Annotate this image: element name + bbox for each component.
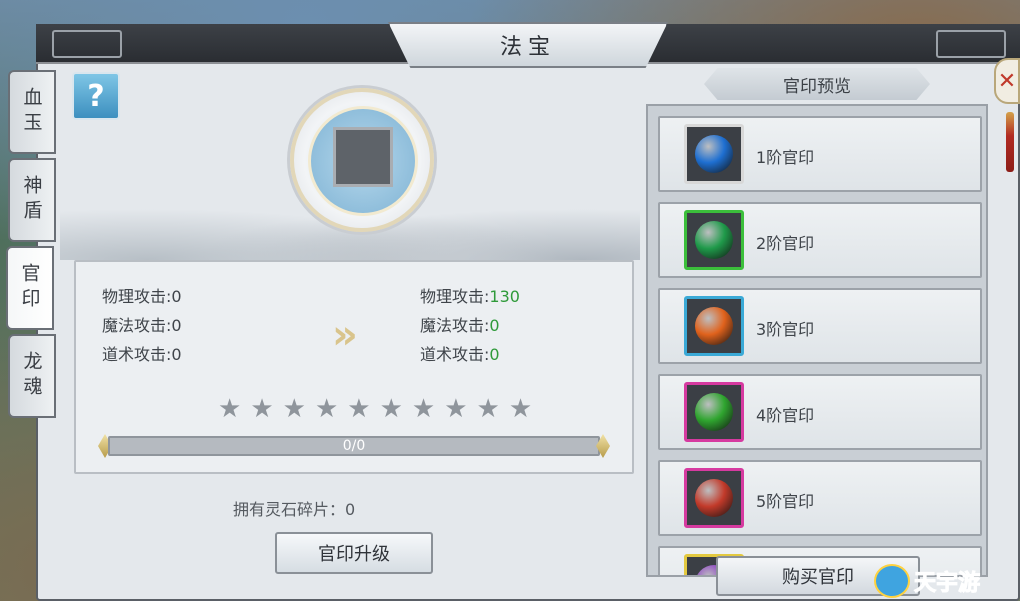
close-button[interactable]: ✕ (994, 58, 1020, 104)
preview-header: 官印预览 (704, 68, 930, 100)
seal-orb-icon (684, 382, 744, 442)
seal-orb-icon (684, 210, 744, 270)
title-plate: 法宝 (388, 22, 668, 68)
star-icon: ★ (379, 394, 403, 424)
star-icon: ★ (282, 394, 306, 424)
star-icon: ★ (411, 394, 436, 424)
seal-preview-label: 4阶官印 (756, 406, 815, 425)
star-icon: ★ (347, 394, 371, 424)
tassel-decoration (1006, 112, 1014, 172)
tab-official-seal[interactable]: 官印 (6, 246, 54, 330)
seal-preview-label: 2阶官印 (756, 234, 815, 253)
current-taoist-attack: 道术攻击:0 (102, 345, 182, 364)
next-physical-attack: 物理攻击:130 (420, 287, 520, 306)
star-icon: ★ (250, 394, 274, 424)
watermark-logo-icon (874, 563, 910, 598)
tab-dragon-soul[interactable]: 龙魂 (8, 334, 56, 418)
tab-label: 血玉 (20, 87, 43, 137)
question-icon: ? (87, 78, 105, 114)
star-icon: ★ (314, 394, 339, 424)
seal-preview-item[interactable]: 5阶官印 (658, 460, 982, 536)
watermark-text: 天宇游 (913, 570, 981, 596)
seal-preview-list[interactable]: 1阶官印 2阶官印 3阶官印 4阶官印 5阶官印 (646, 104, 988, 577)
seal-preview-item[interactable]: 4阶官印 (658, 374, 982, 450)
seal-preview-item[interactable]: 3阶官印 (658, 288, 982, 364)
star-icon: ★ (476, 394, 500, 424)
next-taoist-attack: 道术攻击:0 (420, 345, 500, 364)
close-icon: ✕ (997, 68, 1017, 94)
seal-preview-label: 5阶官印 (756, 492, 815, 511)
current-physical-attack: 物理攻击:0 (102, 287, 182, 306)
tab-label: 龙魂 (20, 351, 43, 401)
star-icon: ★ (444, 394, 468, 424)
watermark: 天宇游 (874, 560, 1020, 601)
star-icon: ★ (218, 394, 242, 424)
progress-text: 0/0 (342, 438, 366, 454)
window-title: 法宝 (499, 35, 556, 60)
seal-preview-label: 1阶官印 (756, 148, 815, 167)
help-button[interactable]: ? (72, 72, 120, 120)
shards-count: 拥有灵石碎片：0 (233, 500, 356, 519)
seal-preview-item[interactable]: 2阶官印 (658, 202, 982, 278)
corner-ornament-left-icon (52, 30, 122, 58)
star-rating: ★ ★ ★ ★ ★ ★ ★ ★ ★ ★ (218, 396, 532, 422)
seal-preview-label: 3阶官印 (756, 320, 815, 339)
seal-preview-item[interactable]: 1阶官印 (658, 116, 982, 192)
tab-label: 神盾 (20, 175, 43, 225)
upgrade-seal-button[interactable]: 官印升级 (275, 532, 433, 574)
tab-divine-shield[interactable]: 神盾 (8, 158, 56, 242)
current-magic-attack: 魔法攻击:0 (102, 316, 182, 335)
seal-orb-icon (684, 124, 744, 184)
seal-slot[interactable] (333, 127, 393, 187)
corner-ornament-right-icon (936, 30, 1006, 58)
upgrade-arrow-icon: » (332, 312, 358, 358)
tab-blood-jade[interactable]: 血玉 (8, 70, 56, 154)
progress-bar: 0/0 (108, 436, 600, 456)
next-magic-attack: 魔法攻击:0 (420, 316, 500, 335)
seal-orb-icon (684, 468, 744, 528)
star-icon: ★ (508, 394, 533, 424)
tab-label: 官印 (18, 263, 41, 313)
seal-orb-icon (684, 296, 744, 356)
